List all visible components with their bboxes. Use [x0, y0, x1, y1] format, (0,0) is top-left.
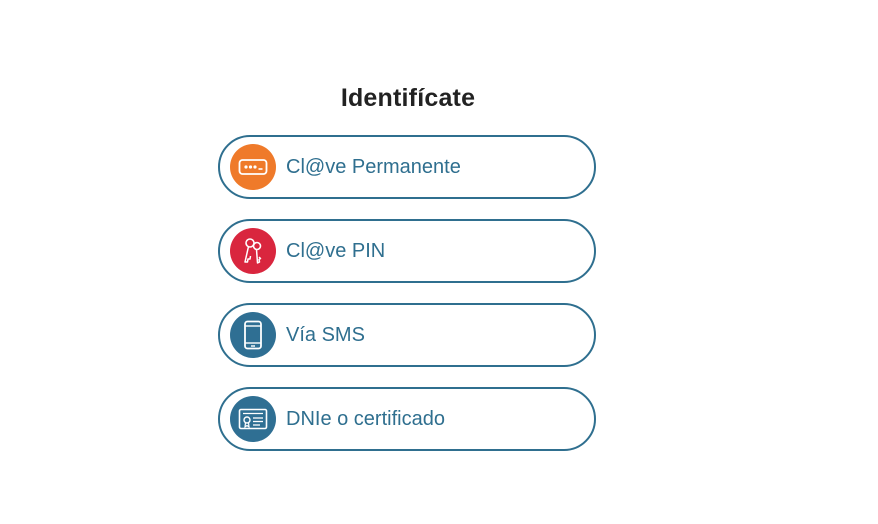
keys-icon: [230, 228, 276, 274]
dnie-certificado-button[interactable]: DNIe o certificado: [218, 387, 596, 451]
mobile-phone-icon: [230, 312, 276, 358]
via-sms-button[interactable]: Vía SMS: [218, 303, 596, 367]
certificate-icon: [230, 396, 276, 442]
password-field-icon: [230, 144, 276, 190]
identification-options: Cl@ve Permanente Cl@ve PIN Vía SMS DNIe …: [218, 135, 596, 471]
clave-permanente-button[interactable]: Cl@ve Permanente: [218, 135, 596, 199]
option-label: Cl@ve PIN: [286, 240, 386, 262]
identification-page: Identifícate Cl@ve Permanente Cl@ve PIN …: [0, 0, 878, 524]
option-label: DNIe o certificado: [286, 408, 445, 430]
page-title: Identifícate: [340, 84, 476, 112]
option-label: Vía SMS: [286, 324, 365, 346]
clave-pin-button[interactable]: Cl@ve PIN: [218, 219, 596, 283]
option-label: Cl@ve Permanente: [286, 156, 461, 178]
